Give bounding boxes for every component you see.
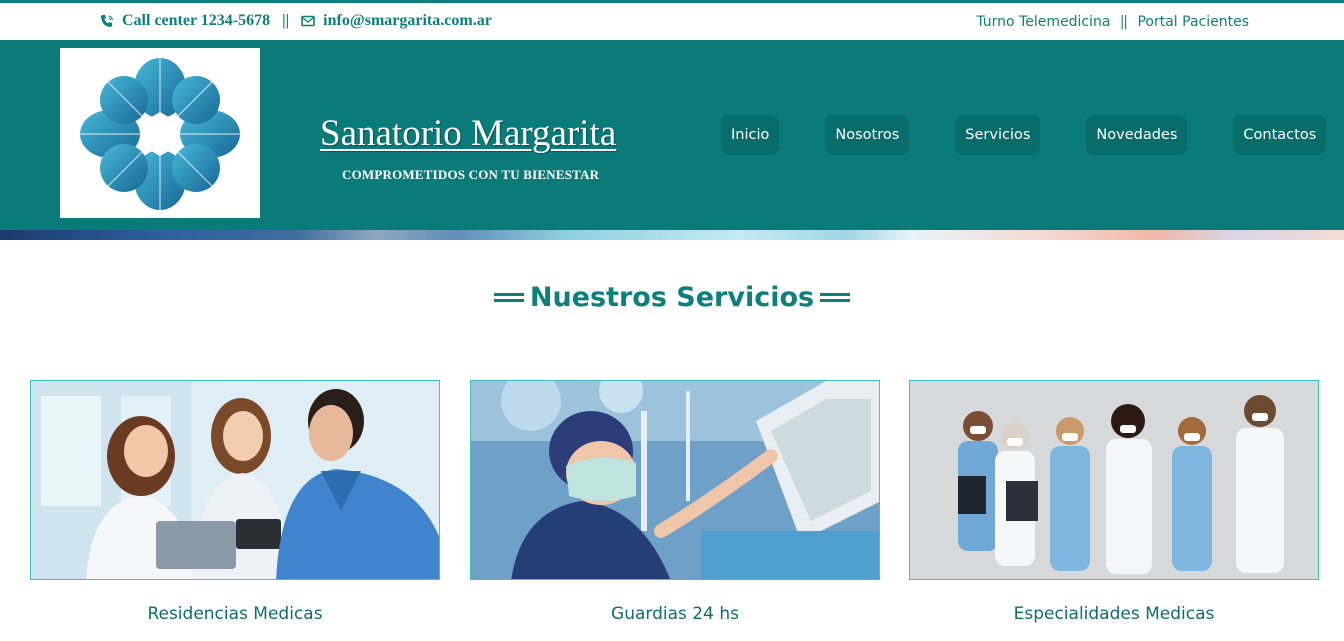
hero-image-strip (0, 230, 1344, 240)
nav-servicios[interactable]: Servicios (955, 115, 1041, 155)
phone-icon (100, 14, 114, 28)
separator: || (282, 12, 290, 29)
main-nav: Inicio Nosotros Servicios Novedades Cont… (721, 115, 1327, 155)
envelope-icon (301, 14, 315, 28)
site-tagline: COMPROMETIDOS CON TU BIENESTAR (342, 167, 600, 182)
title-decoration-right (820, 291, 851, 303)
especialidades-photo[interactable] (909, 380, 1319, 580)
link-portal-pacientes[interactable]: Portal Pacientes (1137, 14, 1249, 30)
title-decoration-left (493, 291, 524, 303)
site-header: Sanatorio Margarita COMPROMETIDOS CON TU… (0, 40, 1344, 230)
phone-number[interactable]: Call center 1234-5678 (122, 12, 270, 30)
separator: || (1120, 13, 1128, 30)
email-address[interactable]: info@smargarita.com.ar (323, 12, 492, 30)
section-title: Nuestros Servicios (0, 282, 1344, 313)
residencias-photo[interactable] (30, 380, 440, 580)
link-turno-telemedicina[interactable]: Turno Telemedicina (976, 14, 1110, 30)
nav-novedades[interactable]: Novedades (1086, 115, 1188, 155)
top-links: Turno Telemedicina || Portal Pacientes (976, 13, 1249, 31)
nav-inicio[interactable]: Inicio (721, 115, 780, 155)
contact-info: Call center 1234-5678 || info@smargarita… (100, 12, 492, 30)
brand: Sanatorio Margarita COMPROMETIDOS CON TU… (320, 112, 620, 183)
top-contact-bar: Call center 1234-5678 || info@smargarita… (0, 0, 1344, 40)
service-card-guardias[interactable]: Guardias 24 hs (470, 380, 880, 624)
guardias-photo[interactable] (470, 380, 880, 580)
nav-nosotros[interactable]: Nosotros (825, 115, 910, 155)
card-label[interactable]: Especialidades Medicas (909, 604, 1319, 624)
service-card-especialidades[interactable]: Especialidades Medicas (909, 380, 1319, 624)
section-title-text: Nuestros Servicios (529, 282, 815, 313)
service-card-residencias[interactable]: Residencias Medicas (30, 380, 440, 624)
card-label[interactable]: Guardias 24 hs (470, 604, 880, 624)
site-name[interactable]: Sanatorio Margarita (320, 112, 620, 155)
nav-contactos[interactable]: Contactos (1233, 115, 1327, 155)
logo[interactable] (60, 48, 260, 218)
card-label[interactable]: Residencias Medicas (30, 604, 440, 624)
